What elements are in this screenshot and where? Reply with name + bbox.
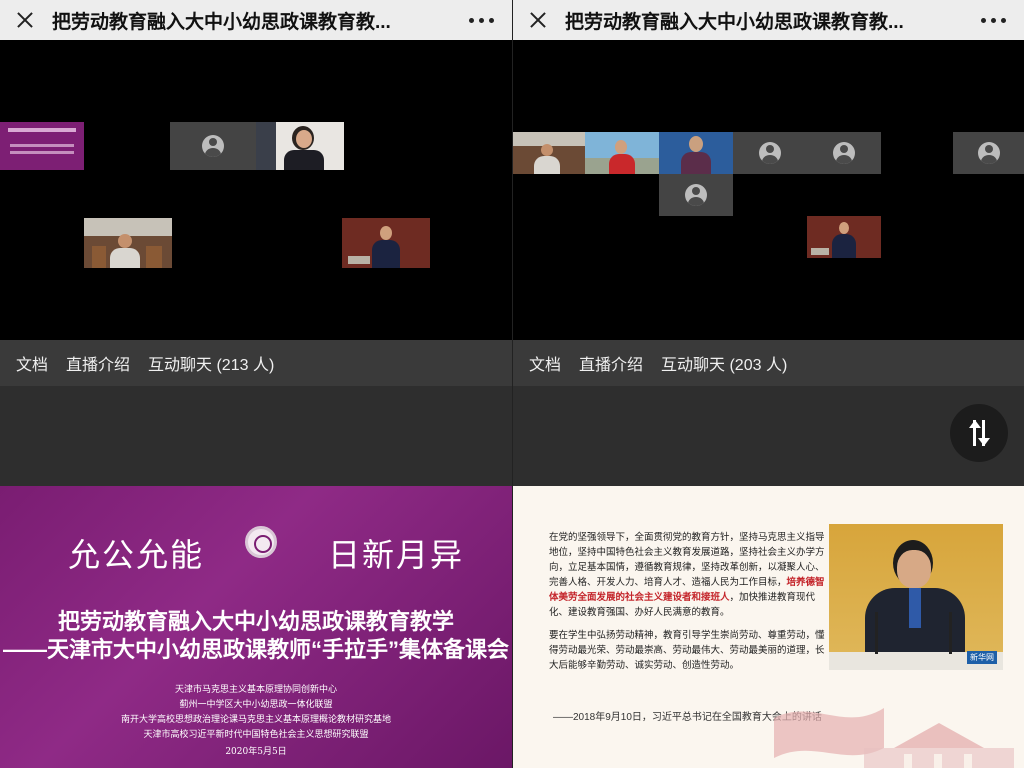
video-grid bbox=[513, 40, 1024, 340]
video-tile-speaker[interactable] bbox=[342, 218, 430, 268]
more-icon[interactable] bbox=[977, 14, 1010, 27]
tab-bar: 文档 直播介绍 互动聊天 (203 人) bbox=[513, 340, 1024, 391]
quote-paragraph: 要在学生中弘扬劳动精神，教育引导学生崇尚劳动、尊重劳动，懂得劳动最光荣、劳动最崇… bbox=[549, 630, 825, 671]
video-tile-camera-off[interactable] bbox=[807, 132, 881, 174]
swap-arrows-icon bbox=[964, 418, 994, 448]
slide-org: 天津市马克思主义基本原理协同创新中心 bbox=[174, 685, 337, 695]
thumb-text-line bbox=[10, 144, 74, 147]
slide-org: 天津市高校习近平新时代中国特色社会主义思想研究联盟 bbox=[143, 730, 369, 740]
tab-live-intro[interactable]: 直播介绍 bbox=[579, 347, 643, 379]
avatar-icon bbox=[202, 135, 224, 157]
document-slide[interactable]: 在党的坚强领导下，全面贯彻党的教育方针，坚持马克思主义指导地位，坚持中国特色社会… bbox=[513, 486, 1024, 768]
live-title: 把劳动教育融入大中小幼思政课教育教... bbox=[52, 11, 391, 33]
video-tile-camera-off[interactable] bbox=[659, 174, 733, 216]
decorative-flag-building bbox=[774, 708, 1014, 768]
tab-live-intro[interactable]: 直播介绍 bbox=[66, 347, 130, 379]
avatar-icon bbox=[685, 184, 707, 206]
avatar-icon bbox=[978, 142, 1000, 164]
video-tile-participant[interactable] bbox=[84, 218, 172, 268]
more-icon[interactable] bbox=[465, 14, 498, 27]
video-tile-camera-off[interactable] bbox=[170, 122, 256, 170]
left-live-view: 把劳动教育融入大中小幼思政课教育教... 文档 直播介绍 互动聊天 (213 人… bbox=[0, 0, 512, 768]
document-slide[interactable]: 允公允能 日新月异 把劳动教育融入大中小幼思政课教育教学 ——天津市大中小幼思政… bbox=[0, 486, 512, 768]
tab-bar: 文档 直播介绍 互动聊天 (213 人) bbox=[0, 340, 512, 391]
slide-quote-text: 在党的坚强领导下，全面贯彻党的教育方针，坚持马克思主义指导地位，坚持中国特色社会… bbox=[549, 530, 825, 681]
university-emblem-icon bbox=[245, 526, 277, 558]
thumb-text-line bbox=[10, 151, 74, 154]
video-tile-participant[interactable] bbox=[585, 132, 659, 174]
right-live-view: 把劳动教育融入大中小幼思政课教育教... 文档 直播介绍 互动聊天 (203 人… bbox=[512, 0, 1024, 768]
video-tile-participant[interactable] bbox=[659, 132, 733, 174]
slide-org: 蓟州一中学区大中小幼思政一体化联盟 bbox=[179, 700, 333, 710]
tab-chat[interactable]: 互动聊天 (203 人) bbox=[661, 347, 787, 379]
close-icon[interactable] bbox=[14, 9, 36, 31]
slide-motto-right: 日新月异 bbox=[328, 536, 465, 574]
swap-layout-button[interactable] bbox=[950, 404, 1008, 462]
document-toolbar-area bbox=[513, 386, 1024, 486]
video-tile-camera-off[interactable] bbox=[733, 132, 807, 174]
tab-document[interactable]: 文档 bbox=[11, 347, 53, 391]
close-icon[interactable] bbox=[527, 9, 549, 31]
live-title: 把劳动教育融入大中小幼思政课教育教... bbox=[565, 11, 904, 33]
avatar-icon bbox=[833, 142, 855, 164]
video-tile-camera-off[interactable] bbox=[953, 132, 1024, 174]
thumb-text-line bbox=[8, 128, 76, 132]
slide-subtitle: ——天津市大中小幼思政课教师“手拉手”集体备课会 bbox=[2, 637, 509, 662]
video-tile-slide-share[interactable] bbox=[0, 122, 84, 170]
document-toolbar-area bbox=[0, 386, 512, 486]
avatar-icon bbox=[759, 142, 781, 164]
quote-paragraph: 在党的坚强领导下，全面贯彻党的教育方针，坚持马克思主义指导地位，坚持中国特色社会… bbox=[549, 532, 825, 618]
tab-document[interactable]: 文档 bbox=[524, 347, 566, 391]
video-tile-participant[interactable] bbox=[513, 132, 585, 174]
video-tile-participant[interactable] bbox=[256, 122, 344, 170]
slide-org: 南开大学高校思想政治理论课马克思主义基本原理概论教材研究基地 bbox=[120, 715, 391, 725]
slide-motto-left: 允公允能 bbox=[68, 536, 205, 574]
title-bar: 把劳动教育融入大中小幼思政课教育教... bbox=[513, 0, 1024, 40]
news-watermark: 新华网 bbox=[967, 651, 997, 664]
title-bar: 把劳动教育融入大中小幼思政课教育教... bbox=[0, 0, 512, 40]
tab-chat[interactable]: 互动聊天 (213 人) bbox=[148, 347, 274, 379]
speaker-photo: 新华网 bbox=[829, 524, 1003, 670]
video-tile-speaker[interactable] bbox=[807, 216, 881, 258]
slide-date: 2020年5月5日 bbox=[225, 747, 287, 757]
video-grid bbox=[0, 40, 512, 340]
